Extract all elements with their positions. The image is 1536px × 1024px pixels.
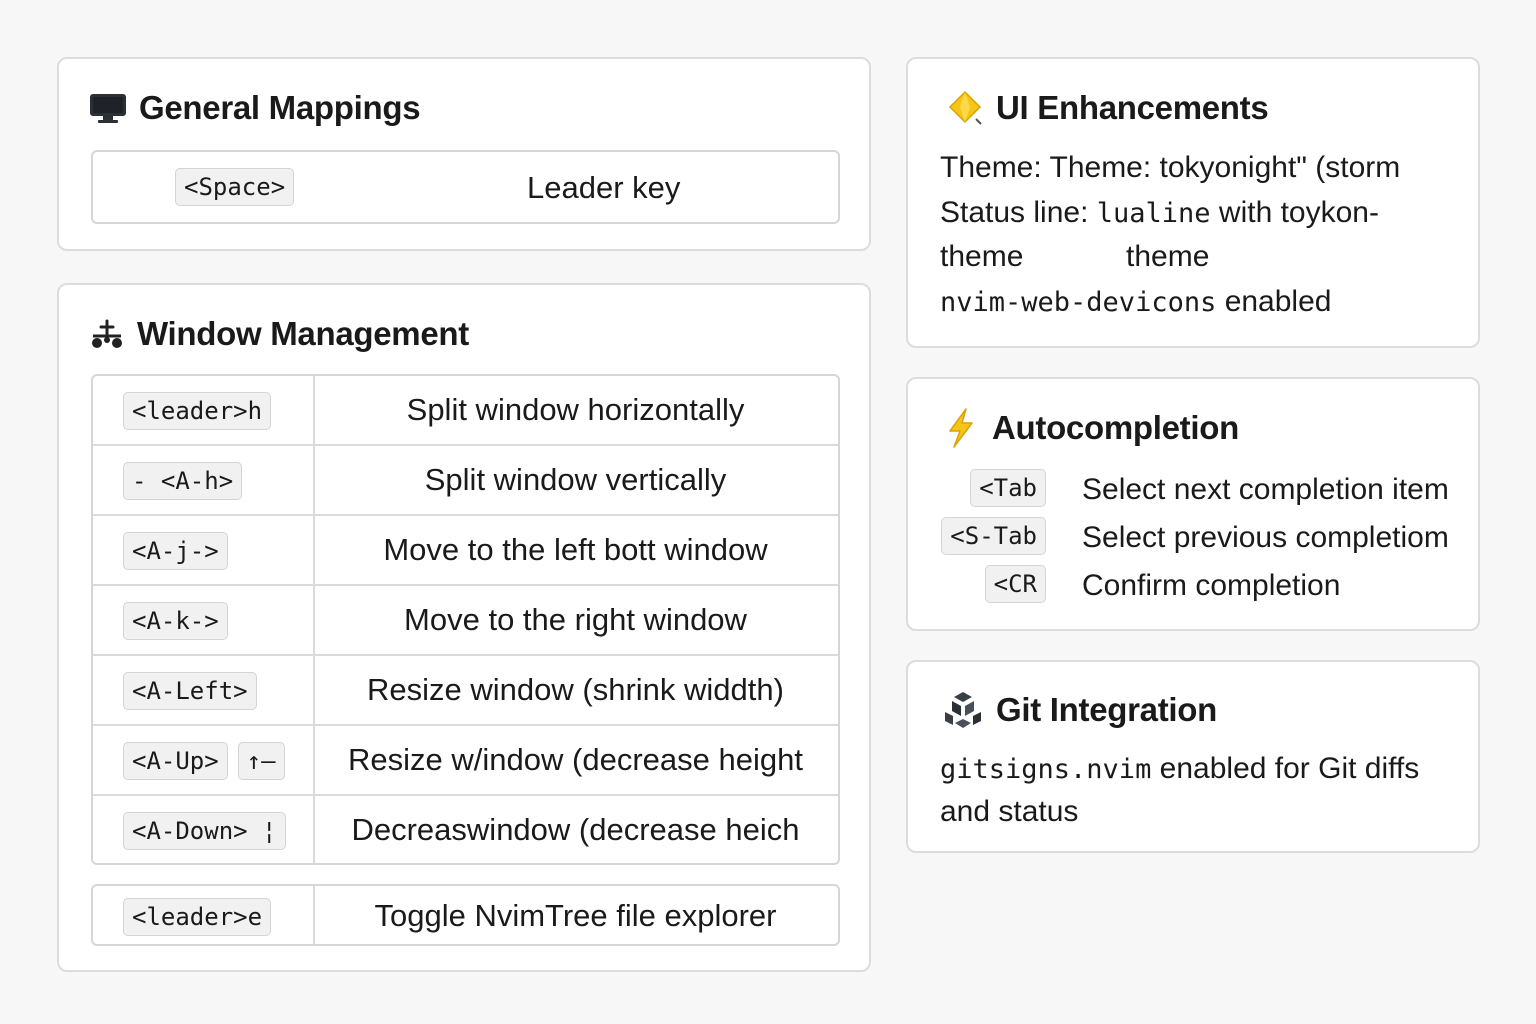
mapping-desc: Move to the right window [404,602,747,637]
git-line-1-rest: enabled for Git diffs [1159,752,1420,785]
table-row: - <A-h> Split window vertically [93,446,838,516]
mapping-desc: Move to the left bott window [383,532,768,567]
mapping-key: <A-Left> [123,672,257,710]
git-code: gitsigns.nvim [940,754,1152,785]
git-line-2: and status [940,795,1079,828]
mapping-desc: Leader key [527,170,681,205]
mapping-key: <A-k-> [123,602,228,640]
window-split-icon [89,318,125,350]
mapping-key: <A-j-> [123,532,228,570]
completion-key: <Tab [970,469,1046,507]
devicons-code: nvim-web-devicons [940,287,1217,318]
autocompletion-card: Autocompletion <Tab Select next completi… [906,377,1480,631]
table-row: <A-Up> ↑– Resize w/indow (decrease heigh… [93,726,838,796]
explorer-mapping-table: <leader>e Toggle NvimTree file explorer [91,884,840,946]
status-label: Status line: [940,196,1089,229]
general-mappings-header: General Mappings [89,89,421,127]
status-code: lualine [1096,198,1211,229]
ui-enhancements-title: UI Enhancements [996,89,1269,126]
completion-desc: Confirm completion [1082,569,1341,602]
mapping-desc: Resize w/indow (decrease height [348,742,803,777]
list-item: <CR Confirm completion [908,565,1478,609]
git-integration-card: Git Integration gitsigns.nvim enabled fo… [906,660,1480,853]
devicons-line: nvim-web-devicons enabled [940,285,1331,319]
list-item: <S-Tab Select previous completiom [908,517,1478,561]
window-mappings-table: <leader>h Split window horizontally - <A… [91,374,840,865]
ui-enhancements-card: UI Enhancements Theme: Theme: tokyonight… [906,57,1480,348]
status-wrap-b: theme [1126,240,1210,273]
git-cluster-icon [942,690,984,730]
general-mappings-card: General Mappings <Space> Leader key [57,57,871,251]
completion-key: <S-Tab [941,517,1046,555]
git-line-1: gitsigns.nvim enabled for Git diffs [940,752,1419,786]
mapping-key: - <A-h> [123,462,243,500]
mapping-desc: Split window vertically [424,462,727,497]
completion-desc: Select previous completiom [1082,521,1449,554]
mapping-key: <Space> [175,168,295,206]
mapping-key-extra: ↑– [237,742,285,780]
table-row: <A-k-> Move to the right window [93,586,838,656]
git-integration-title: Git Integration [996,691,1217,728]
table-row: <leader>h Split window horizontally [93,376,838,446]
devicons-rest: enabled [1224,285,1332,318]
window-management-card: Window Management <leader>h Split window… [57,283,871,972]
ui-enhancements-header: UI Enhancements [946,89,1269,127]
list-item: <Tab Select next completion item [908,469,1478,513]
lightning-icon [942,407,980,449]
table-row: <A-j-> Move to the left bott window [93,516,838,586]
mapping-desc: Resize window (shrink widdth) [367,672,784,707]
window-management-header: Window Management [89,315,469,353]
mapping-desc: Toggle NvimTree file explorer [374,898,777,933]
mapping-key: <A-Down> ¦ [123,812,286,850]
general-mappings-title: General Mappings [139,89,421,126]
git-integration-header: Git Integration [942,690,1217,730]
autocompletion-title: Autocompletion [992,409,1239,446]
mapping-key: <A-Up> [123,742,228,780]
window-management-title: Window Management [137,315,469,352]
theme-line: Theme: Theme: tokyonight" (storm [940,151,1401,184]
mapping-key: <leader>e [123,898,272,936]
status-rest: with toykon- [1218,196,1379,229]
completion-key: <CR [984,565,1046,603]
mapping-key: <leader>h [123,392,272,430]
status-line: Status line: lualine with toykon- [940,196,1379,230]
monitor-icon [89,92,127,124]
general-mappings-table: <Space> Leader key [91,150,840,224]
diamond-sparkle-icon [946,89,984,127]
mapping-desc: Split window horizontally [406,392,745,427]
autocompletion-header: Autocompletion [942,407,1239,449]
table-row: <A-Down> ¦ Decreaswindow (decrease heich [93,796,838,863]
status-wrap-a: theme [940,240,1024,273]
mapping-desc: Decreaswindow (decrease heich [351,812,800,847]
completion-desc: Select next completion item [1082,473,1449,506]
table-row: <A-Left> Resize window (shrink widdth) [93,656,838,726]
